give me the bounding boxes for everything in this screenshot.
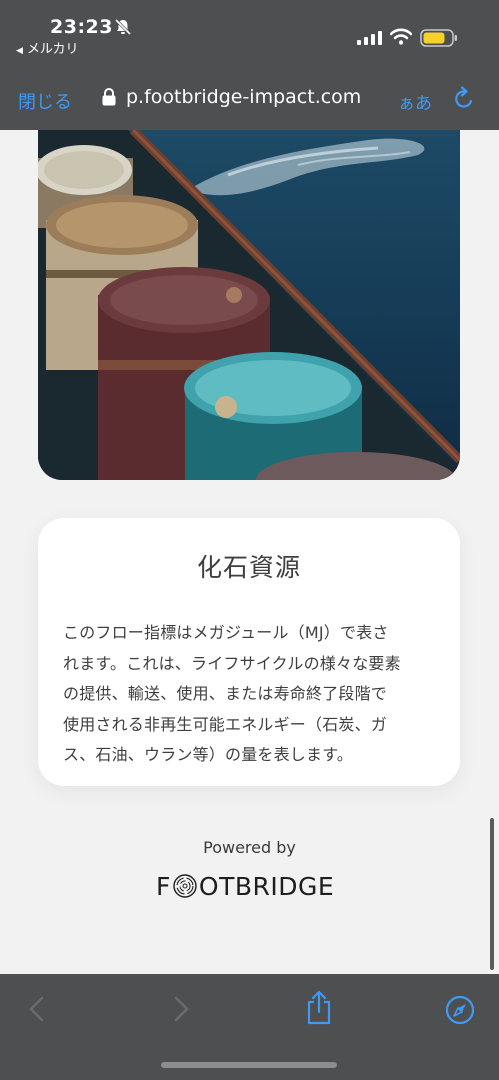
back-triangle-icon: ◀ bbox=[16, 46, 23, 56]
battery-level bbox=[423, 32, 445, 44]
close-button[interactable]: 閉じる bbox=[18, 88, 72, 114]
chevron-left-icon[interactable] bbox=[28, 996, 46, 1022]
status-time: 23:23 bbox=[50, 16, 113, 38]
reload-icon[interactable] bbox=[452, 86, 476, 112]
powered-by-text: Powered by bbox=[203, 838, 296, 857]
logo-fingerprint-icon bbox=[173, 874, 197, 898]
card-description-line: れます。これは、ライフサイクルの様々な要素 bbox=[63, 653, 401, 673]
card-description-line: このフロー指標はメガジュール（MJ）で表さ bbox=[63, 623, 389, 642]
wifi-icon bbox=[390, 28, 412, 45]
cellular-signal-icon bbox=[357, 31, 382, 45]
url-address[interactable]: p.footbridge-impact.com bbox=[126, 86, 361, 108]
share-icon[interactable] bbox=[305, 990, 333, 1026]
chevron-right-icon[interactable] bbox=[172, 996, 190, 1022]
bell-slash-icon bbox=[114, 18, 132, 36]
card-description-line: 使用される非再生可能エネルギー（石炭、ガ bbox=[63, 714, 388, 734]
page-scrollbar[interactable] bbox=[490, 818, 494, 970]
info-card: 化石資源 このフロー指標はメガジュール（MJ）で表さ れます。これは、ライフサイ… bbox=[38, 518, 460, 786]
back-to-app-link[interactable]: ◀ メルカリ bbox=[16, 38, 79, 57]
logo-text-rest: OTBRIDGE bbox=[198, 871, 335, 901]
footbridge-logo[interactable]: F OTBRIDGE bbox=[156, 870, 334, 902]
home-indicator[interactable] bbox=[161, 1062, 337, 1068]
lock-icon bbox=[102, 88, 116, 106]
compass-icon[interactable] bbox=[445, 995, 475, 1025]
battery-icon bbox=[420, 29, 457, 47]
card-title: 化石資源 bbox=[196, 553, 301, 582]
back-app-label: メルカリ bbox=[26, 42, 79, 57]
logo-letter-f: F bbox=[156, 871, 171, 901]
card-description-line: ス、石油、ウラン等）の量を表します。 bbox=[63, 745, 354, 764]
text-size-button[interactable]: ぁあ bbox=[398, 89, 432, 114]
card-description: このフロー指標はメガジュール（MJ）で表さ れます。これは、ライフサイクルの様々… bbox=[63, 618, 443, 771]
oil-barrels-photo bbox=[38, 130, 460, 480]
card-description-line: の提供、輸送、使用、または寿命終了段階で bbox=[63, 684, 388, 703]
